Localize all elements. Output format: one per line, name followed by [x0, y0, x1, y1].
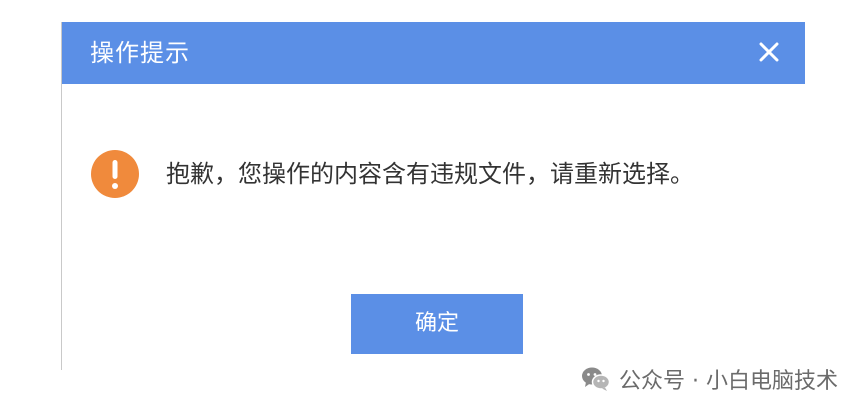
screenshot-stage: 操作提示 抱歉，您操作的内容含有违规文件，请重新选择。 确定 公众号 · 小白电…: [0, 0, 866, 414]
operation-prompt-dialog: 操作提示 抱歉，您操作的内容含有违规文件，请重新选择。 确定: [61, 22, 805, 370]
watermark-text: 公众号 · 小白电脑技术: [619, 369, 838, 394]
close-button[interactable]: [755, 38, 783, 66]
dialog-title: 操作提示: [90, 39, 190, 67]
exclamation-circle-icon: [90, 149, 140, 199]
dialog-message: 抱歉，您操作的内容含有违规文件，请重新选择。: [166, 160, 694, 188]
confirm-button[interactable]: 确定: [351, 294, 523, 354]
watermark: 公众号 · 小白电脑技术: [581, 362, 838, 396]
wechat-logo-icon: [582, 367, 611, 391]
dialog-titlebar: 操作提示: [62, 22, 805, 84]
close-icon: [759, 42, 779, 62]
